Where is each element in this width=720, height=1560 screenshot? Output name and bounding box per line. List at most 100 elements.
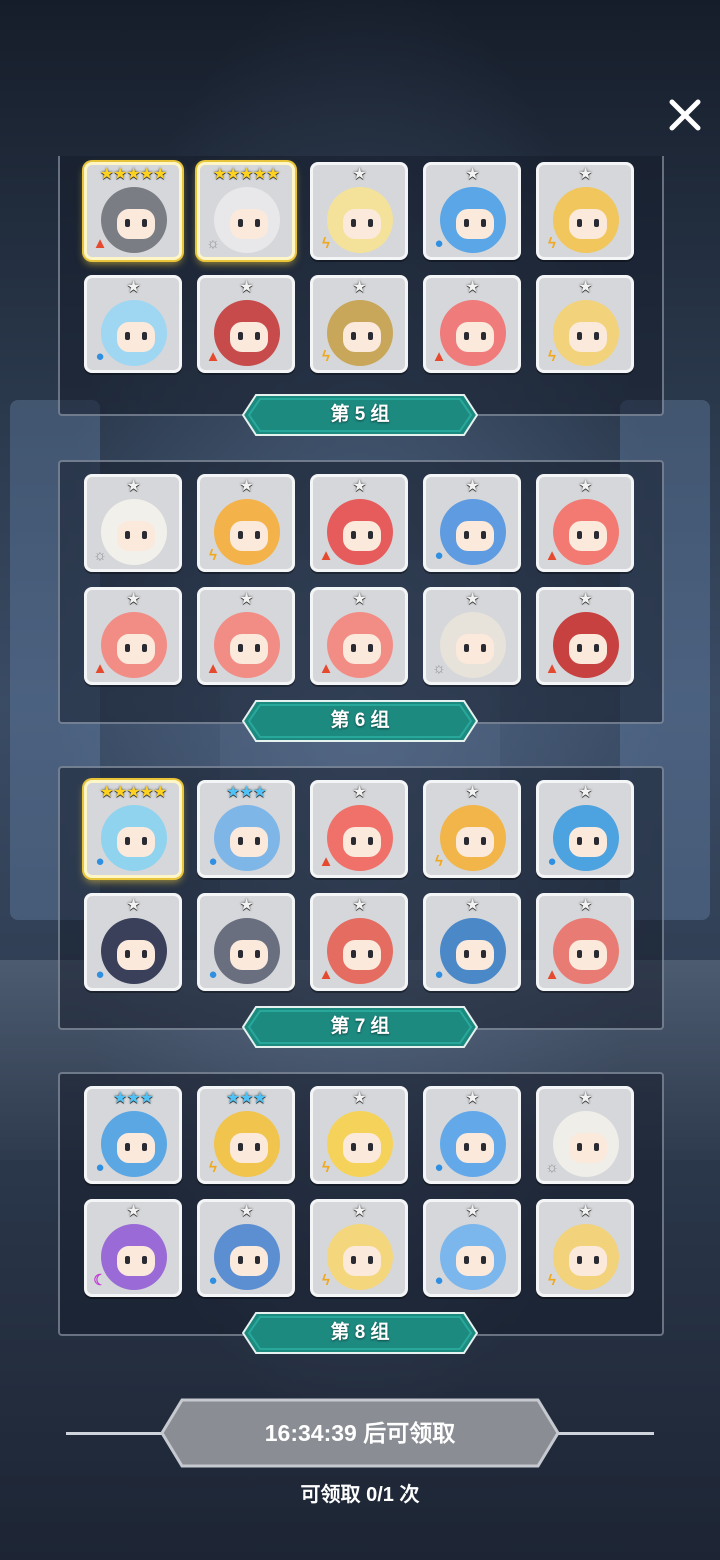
- hero-card[interactable]: ★ ▲: [310, 474, 408, 572]
- hero-card[interactable]: ★ ●: [423, 474, 521, 572]
- hero-eyes: [123, 219, 149, 227]
- star-rating: ★: [239, 478, 253, 495]
- hero-card[interactable]: ★ ▲: [423, 275, 521, 373]
- star-rating: ★: [465, 784, 479, 801]
- hero-eyes: [462, 219, 488, 227]
- hero-eyes: [123, 531, 149, 539]
- hero-eyes: [349, 332, 375, 340]
- group-banner[interactable]: 第 6 组: [242, 700, 478, 742]
- star-rating: ★: [352, 166, 366, 183]
- group-panel: ★★★★★ ▲ ★★★★★ ☼ ★ ϟ ★ ● ★ ϟ ★ ● ★ ▲ ★ ϟ ★ ▲ ★ ϟ: [58, 156, 664, 416]
- hero-eyes: [123, 837, 149, 845]
- group-label: 第 8 组: [330, 1322, 390, 1343]
- star-rating: ★: [578, 478, 592, 495]
- moon-icon: ☾: [93, 1272, 107, 1289]
- star-rating: ★: [465, 478, 479, 495]
- hero-card[interactable]: ★ ☼: [536, 1086, 634, 1184]
- group-banner[interactable]: 第 8 组: [242, 1312, 478, 1354]
- hero-card[interactable]: ★ ϟ: [536, 162, 634, 260]
- hero-card[interactable]: ★ ●: [84, 893, 182, 991]
- hero-card[interactable]: ★ ▲: [536, 587, 634, 685]
- fire-icon: ▲: [544, 547, 560, 564]
- hero-card[interactable]: ★★★★★ ☼: [197, 162, 295, 260]
- hero-card[interactable]: ★ ●: [197, 893, 295, 991]
- star-rating: ★: [352, 1203, 366, 1220]
- hero-card[interactable]: ★ ▲: [197, 275, 295, 373]
- hero-card[interactable]: ★ ϟ: [310, 275, 408, 373]
- hero-eyes: [575, 1256, 601, 1264]
- thunder-icon: ϟ: [209, 547, 217, 564]
- hero-eyes: [462, 837, 488, 845]
- star-rating: ★: [465, 897, 479, 914]
- hero-card[interactable]: ★ ●: [84, 275, 182, 373]
- group-banner[interactable]: 第 7 组: [242, 1006, 478, 1048]
- water-drop-icon: ●: [208, 1272, 218, 1289]
- hero-card[interactable]: ★ ☼: [84, 474, 182, 572]
- hero-card[interactable]: ★ ϟ: [423, 780, 521, 878]
- hero-card[interactable]: ★ ●: [423, 1086, 521, 1184]
- hero-eyes: [575, 644, 601, 652]
- hero-card[interactable]: ★ ▲: [310, 587, 408, 685]
- hero-eyes: [349, 1256, 375, 1264]
- hero-card[interactable]: ★ ϟ: [310, 1199, 408, 1297]
- thunder-icon: ϟ: [548, 235, 556, 252]
- fire-icon: ▲: [318, 966, 334, 983]
- hero-card[interactable]: ★ ●: [423, 893, 521, 991]
- hero-card[interactable]: ★★★ ●: [197, 780, 295, 878]
- hero-card[interactable]: ★ ▲: [84, 587, 182, 685]
- water-drop-icon: ●: [208, 853, 218, 870]
- claim-button[interactable]: 16:34:39 后可领取: [160, 1398, 560, 1468]
- hero-eyes: [236, 219, 262, 227]
- hero-card[interactable]: ★★★ ●: [84, 1086, 182, 1184]
- star-rating: ★: [352, 478, 366, 495]
- group-banner[interactable]: 第 5 组: [242, 394, 478, 436]
- hero-card[interactable]: ★ ϟ: [310, 1086, 408, 1184]
- claim-divider-right: [544, 1432, 654, 1435]
- star-rating: ★: [465, 166, 479, 183]
- hero-card[interactable]: ★★★★★ ●: [84, 780, 182, 878]
- fire-icon: ▲: [318, 660, 334, 677]
- star-rating: ★: [578, 279, 592, 296]
- star-rating: ★: [465, 1090, 479, 1107]
- hero-eyes: [236, 950, 262, 958]
- hero-card[interactable]: ★ ☼: [423, 587, 521, 685]
- hero-card[interactable]: ★ ▲: [310, 780, 408, 878]
- water-drop-icon: ●: [95, 966, 105, 983]
- star-rating: ★★★★★: [99, 784, 168, 801]
- hero-eyes: [349, 219, 375, 227]
- star-rating: ★: [465, 279, 479, 296]
- hero-card[interactable]: ★ ▲: [197, 587, 295, 685]
- sun-icon: ☼: [545, 1159, 559, 1176]
- hero-card[interactable]: ★ ϟ: [536, 275, 634, 373]
- hero-eyes: [123, 332, 149, 340]
- hero-card[interactable]: ★ ϟ: [536, 1199, 634, 1297]
- hero-card[interactable]: ★★★★★ ▲: [84, 162, 182, 260]
- hero-card[interactable]: ★ ▲: [536, 893, 634, 991]
- hero-eyes: [462, 950, 488, 958]
- hero-card[interactable]: ★ ●: [197, 1199, 295, 1297]
- hero-card[interactable]: ★ ●: [536, 780, 634, 878]
- star-rating: ★★★★★: [212, 166, 281, 183]
- star-rating: ★: [126, 591, 140, 608]
- hero-card[interactable]: ★★★ ϟ: [197, 1086, 295, 1184]
- group-label: 第 5 组: [330, 404, 390, 425]
- hero-eyes: [236, 332, 262, 340]
- hero-card[interactable]: ★ ▲: [310, 893, 408, 991]
- star-rating: ★: [352, 1090, 366, 1107]
- hero-eyes: [575, 1143, 601, 1151]
- close-button[interactable]: [666, 96, 704, 134]
- hero-card[interactable]: ★ ϟ: [310, 162, 408, 260]
- hero-eyes: [123, 1143, 149, 1151]
- close-icon: [669, 99, 701, 131]
- star-rating: ★: [239, 897, 253, 914]
- hero-eyes: [123, 950, 149, 958]
- group-panel: ★ ☼ ★ ϟ ★ ▲ ★ ● ★ ▲ ★ ▲ ★ ▲ ★ ▲ ★ ☼ ★ ▲: [58, 460, 664, 724]
- star-rating: ★: [126, 279, 140, 296]
- fire-icon: ▲: [92, 235, 108, 252]
- water-drop-icon: ●: [434, 1272, 444, 1289]
- hero-card[interactable]: ★ ▲: [536, 474, 634, 572]
- hero-card[interactable]: ★ ϟ: [197, 474, 295, 572]
- hero-card[interactable]: ★ ●: [423, 1199, 521, 1297]
- hero-card[interactable]: ★ ☾: [84, 1199, 182, 1297]
- hero-card[interactable]: ★ ●: [423, 162, 521, 260]
